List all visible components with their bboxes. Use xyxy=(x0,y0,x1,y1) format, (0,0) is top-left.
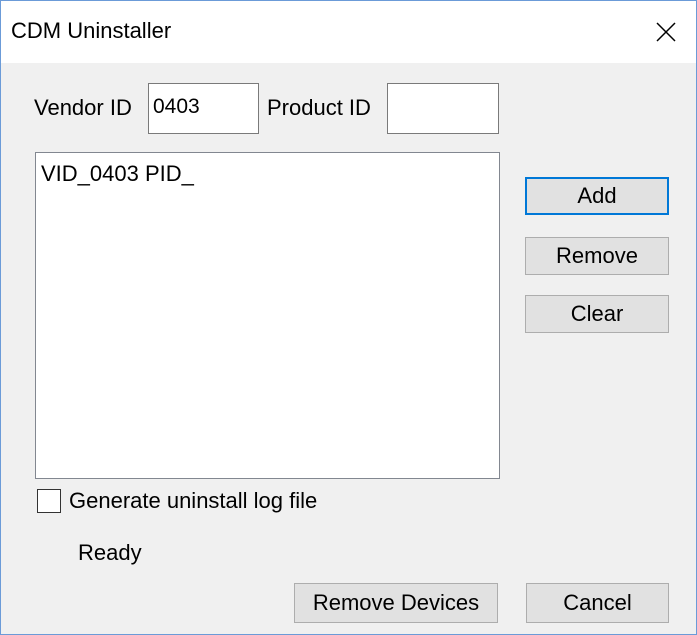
status-text: Ready xyxy=(78,540,142,565)
log-file-checkbox[interactable] xyxy=(37,489,61,513)
list-item[interactable]: VID_0403 PID_ xyxy=(41,161,194,187)
remove-devices-button[interactable]: Remove Devices xyxy=(294,583,498,623)
vendor-id-input[interactable] xyxy=(148,83,259,134)
remove-button[interactable]: Remove xyxy=(525,237,669,275)
log-file-checkbox-label: Generate uninstall log file xyxy=(69,488,318,513)
clear-button[interactable]: Clear xyxy=(525,295,669,333)
dialog-window: CDM Uninstaller Vendor ID Product ID VID… xyxy=(0,0,697,635)
vendor-id-label: Vendor ID xyxy=(34,95,132,120)
close-icon xyxy=(656,22,676,42)
window-title: CDM Uninstaller xyxy=(11,18,172,43)
add-button[interactable]: Add xyxy=(525,177,669,215)
device-listbox[interactable]: VID_0403 PID_ xyxy=(35,152,500,479)
close-button[interactable] xyxy=(636,1,696,63)
product-id-label: Product ID xyxy=(267,95,371,120)
title-bar: CDM Uninstaller xyxy=(1,1,696,63)
product-id-input[interactable] xyxy=(387,83,499,134)
cancel-button[interactable]: Cancel xyxy=(526,583,669,623)
